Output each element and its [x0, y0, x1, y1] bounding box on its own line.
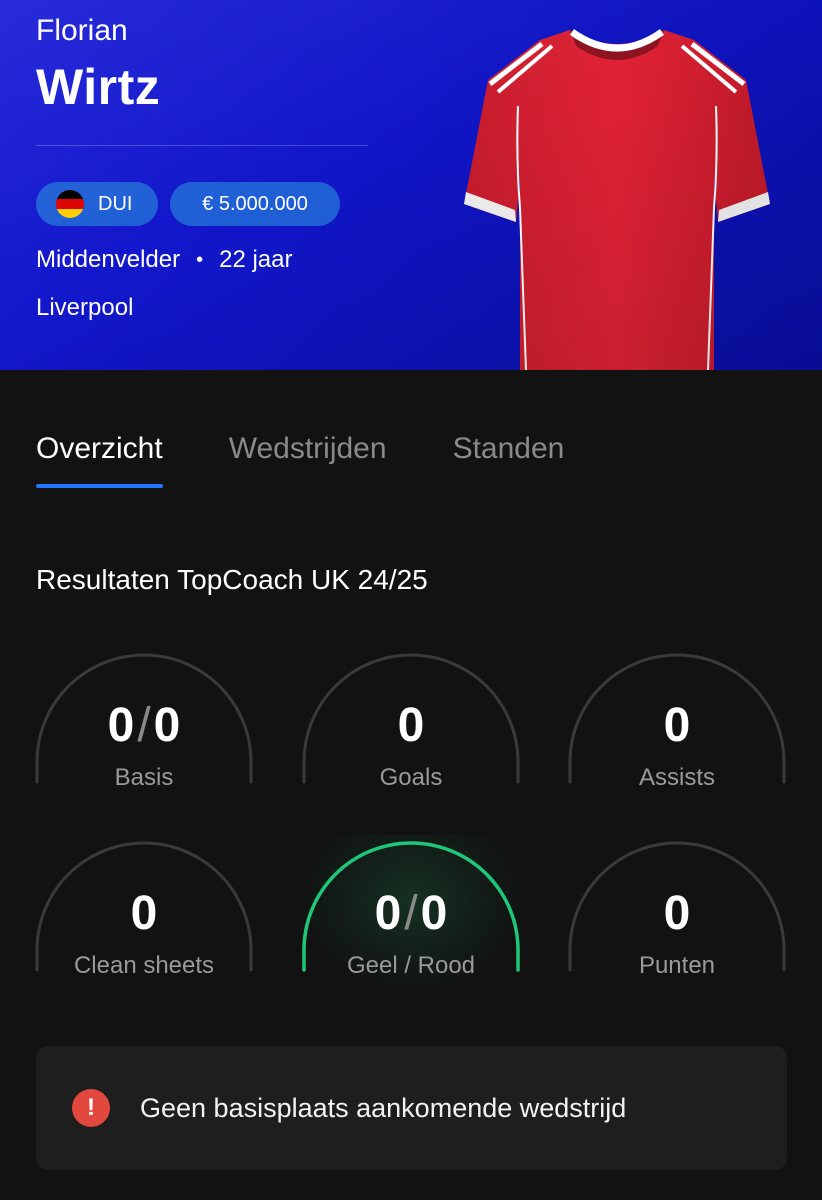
stat-value-separator: /	[404, 887, 418, 940]
player-header: Florian Wirtz DUI € 5.000.000 Middenveld…	[0, 0, 822, 370]
stat-value: 0/0	[34, 698, 254, 753]
stat-value: 0	[130, 887, 158, 940]
notice-text: Geen basisplaats aankomende wedstrijd	[140, 1092, 627, 1123]
no-starting-spot-notice: ! Geen basisplaats aankomende wedstrijd	[36, 1046, 787, 1170]
results-title: Resultaten TopCoach UK 24/25	[36, 564, 428, 595]
flag-germany-icon	[56, 190, 84, 218]
active-tab-indicator	[36, 484, 163, 488]
stat-clean-sheets: 0 Clean sheets	[34, 840, 254, 980]
stat-value: 0	[663, 887, 691, 940]
market-value: € 5.000.000	[202, 192, 308, 215]
alert-icon: !	[72, 1089, 110, 1127]
tab-label: Overzicht	[36, 432, 163, 465]
tab-label: Standen	[452, 432, 565, 465]
stat-value-separator: /	[137, 699, 151, 752]
stat-value-left: 0	[107, 699, 135, 752]
red-football-shirt-icon	[464, 29, 770, 370]
player-position: Middenvelder	[36, 246, 181, 273]
stat-value: 0	[663, 699, 691, 752]
stat-label: Assists	[638, 764, 715, 791]
tab-overzicht[interactable]: Overzicht	[36, 432, 163, 488]
stat-label: Goals	[379, 764, 443, 791]
stat-basis: 0/0 Basis	[34, 652, 254, 792]
stat-points: 0 Punten	[567, 840, 787, 980]
stat-label: Clean sheets	[73, 952, 215, 979]
meta-separator: •	[196, 248, 204, 271]
stat-label: Basis	[114, 764, 174, 791]
player-first-name: Florian	[36, 14, 128, 47]
market-value-badge: € 5.000.000	[170, 182, 340, 226]
tab-wedstrijden[interactable]: Wedstrijden	[229, 432, 387, 466]
stat-cards: 0/0 Geel / Rood	[301, 840, 521, 980]
stat-label: Punten	[638, 952, 716, 979]
player-club: Liverpool	[36, 294, 134, 321]
stat-value-right: 0	[153, 699, 181, 752]
stat-value-right: 0	[420, 887, 448, 940]
tab-bar: Overzicht Wedstrijden Standen	[36, 432, 630, 488]
nationality-badge: DUI	[36, 182, 158, 226]
header-divider	[36, 145, 368, 146]
stat-goals: 0 Goals	[301, 652, 521, 792]
stat-assists: 0 Assists	[567, 652, 787, 792]
stat-value-left: 0	[374, 887, 402, 940]
player-last-name: Wirtz	[36, 59, 161, 115]
stat-label: Geel / Rood	[346, 952, 476, 979]
stat-value: 0	[397, 699, 425, 752]
player-age: 22 jaar	[219, 246, 293, 273]
stat-value: 0/0	[301, 886, 521, 941]
nationality-label: DUI	[98, 192, 133, 215]
tab-standen[interactable]: Standen	[453, 432, 565, 466]
player-meta: Middenvelder • 22 jaar	[36, 246, 293, 274]
tab-label: Wedstrijden	[228, 432, 387, 465]
